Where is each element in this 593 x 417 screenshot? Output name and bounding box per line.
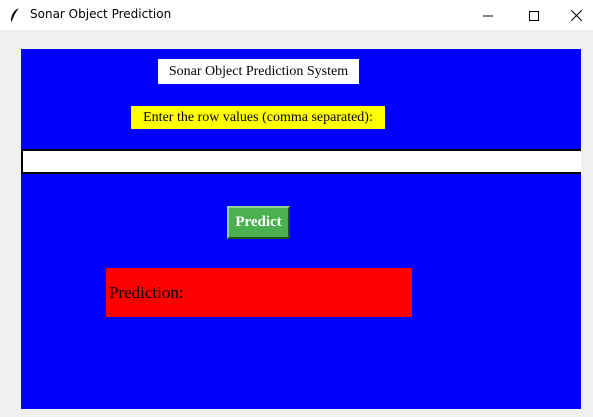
app-window: Sonar Object Prediction Sonar Object Pre… (0, 0, 593, 417)
row-values-input[interactable] (21, 149, 581, 174)
minimize-button[interactable] (465, 0, 511, 30)
window-title: Sonar Object Prediction (30, 7, 172, 21)
title-bar[interactable]: Sonar Object Prediction (0, 0, 593, 30)
maximize-icon (529, 6, 539, 25)
input-label: Enter the row values (comma separated): (131, 106, 385, 129)
predict-button[interactable]: Predict (227, 206, 290, 239)
prediction-result-box: Prediction: (106, 268, 412, 317)
minimize-icon (483, 6, 493, 25)
main-canvas: Sonar Object Prediction System Enter the… (21, 49, 581, 409)
close-button[interactable] (553, 0, 593, 30)
feather-icon (9, 7, 21, 23)
close-icon (570, 6, 582, 25)
page-title: Sonar Object Prediction System (158, 59, 359, 84)
prediction-label: Prediction: (109, 282, 184, 302)
maximize-button[interactable] (511, 0, 557, 30)
